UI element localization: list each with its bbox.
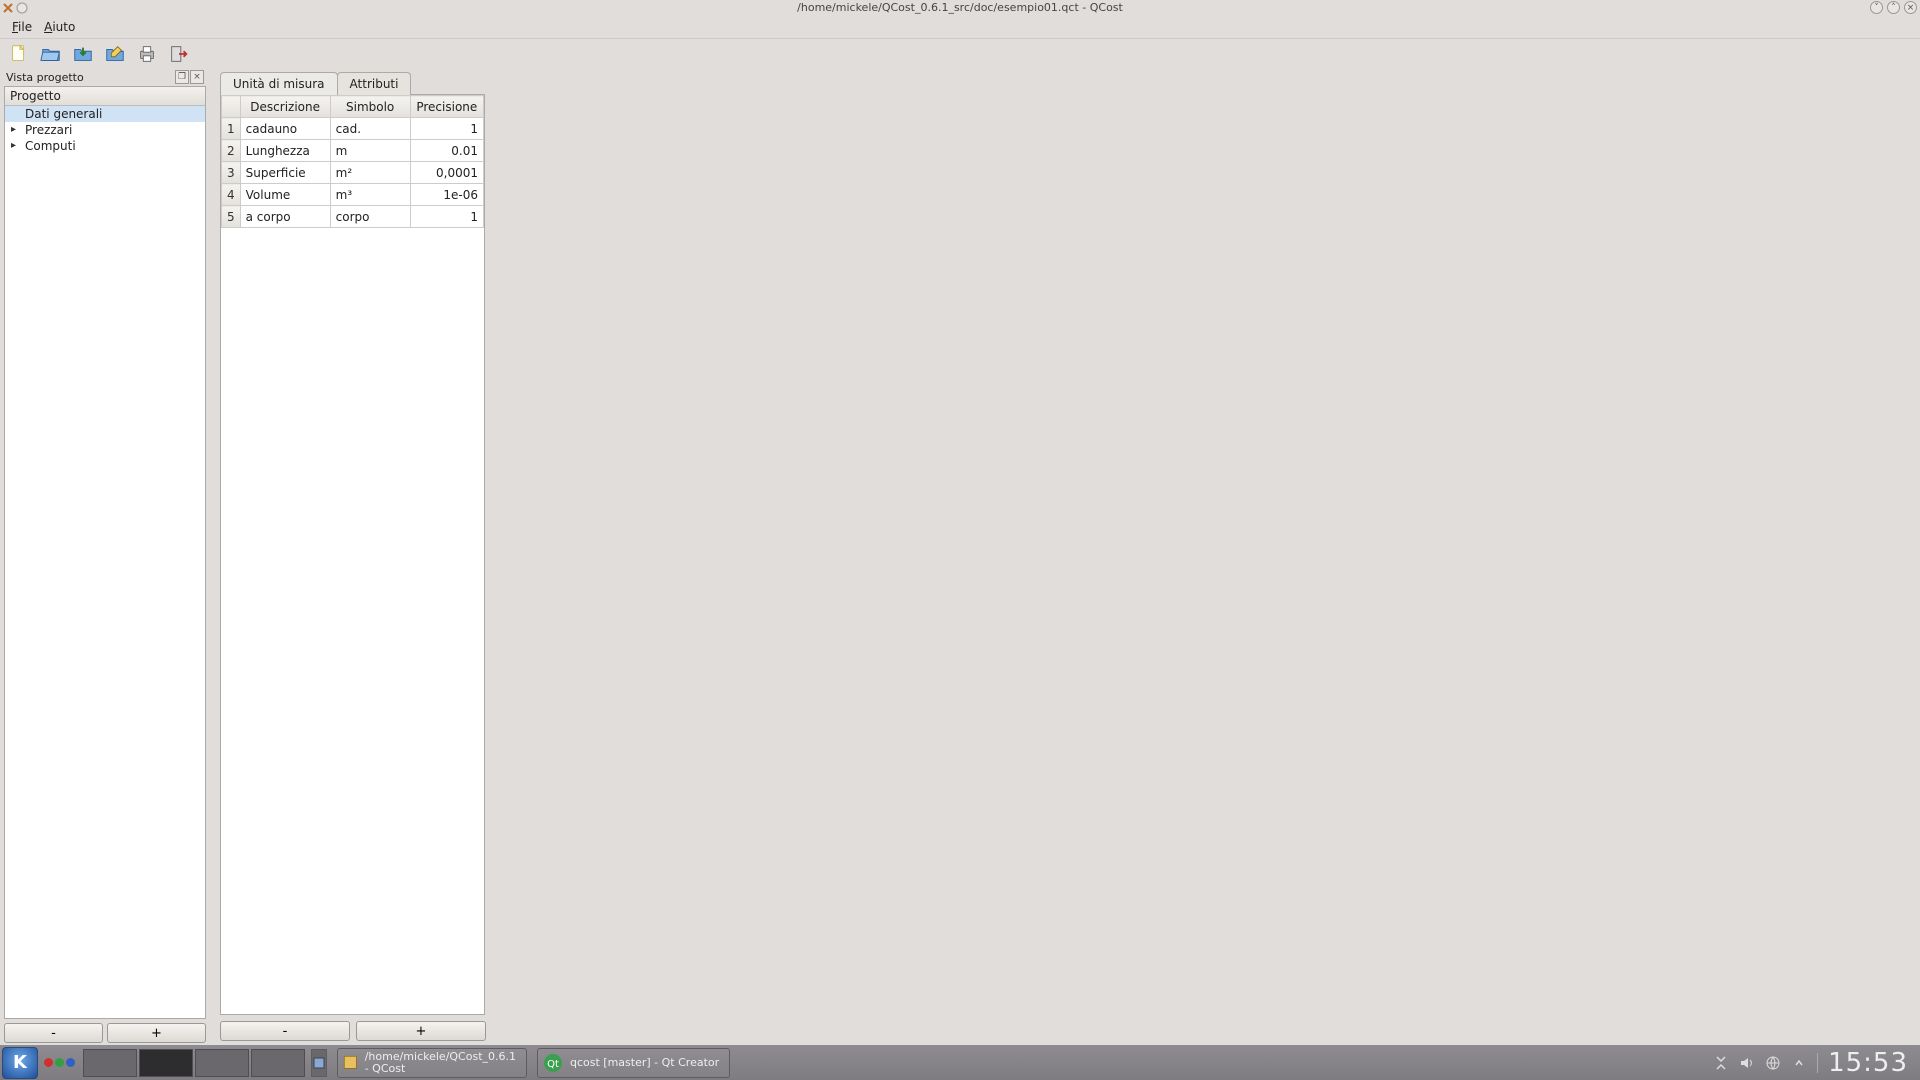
cell-precision[interactable]: 1 (410, 206, 483, 228)
table-row[interactable]: 1cadaunocad.1 (222, 118, 484, 140)
cell-symbol[interactable]: m² (330, 162, 410, 184)
exit-icon[interactable] (166, 41, 192, 67)
open-folder-icon[interactable] (38, 41, 64, 67)
cell-symbol[interactable]: m³ (330, 184, 410, 206)
minimize-icon[interactable]: ˅ (1870, 1, 1883, 14)
col-description[interactable]: Descrizione (240, 96, 330, 118)
row-number[interactable]: 2 (222, 140, 241, 162)
col-rownum[interactable] (222, 96, 241, 118)
task-qtcreator[interactable]: Qt qcost [master] - Qt Creator (537, 1048, 730, 1078)
tree-remove-button[interactable]: - (4, 1023, 103, 1043)
svg-text:Qt: Qt (547, 1059, 559, 1070)
dot-red-icon (44, 1058, 53, 1067)
dock-float-icon[interactable]: ❐ (175, 70, 189, 84)
print-icon[interactable] (134, 41, 160, 67)
toolbar (0, 38, 1920, 68)
desktop-pager[interactable] (83, 1049, 305, 1077)
cell-description[interactable]: Lunghezza (240, 140, 330, 162)
task-qcost-label: /home/mickele/QCost_0.6.1 - QCost (365, 1051, 516, 1075)
cell-symbol[interactable]: cad. (330, 118, 410, 140)
activity-dots[interactable] (44, 1058, 75, 1067)
taskbar: K /home/mickele/QCost_0.6.1 - QCost Qt q… (0, 1045, 1920, 1080)
content-area: Unità di misura Attributi Descrizione Si… (210, 68, 1920, 1045)
show-desktop-button[interactable] (311, 1049, 327, 1077)
row-number[interactable]: 5 (222, 206, 241, 228)
qtcreator-app-icon: Qt (542, 1052, 564, 1074)
app-menu-icon[interactable] (2, 2, 14, 14)
row-add-button[interactable]: + (356, 1021, 486, 1041)
tab-units[interactable]: Unità di misura (220, 72, 338, 95)
table-row[interactable]: 3Superficiem²0,0001 (222, 162, 484, 184)
row-number[interactable]: 3 (222, 162, 241, 184)
table-row[interactable]: 4Volumem³1e-06 (222, 184, 484, 206)
units-table[interactable]: Descrizione Simbolo Precisione 1cadaunoc… (220, 94, 485, 1015)
tab-attributes[interactable]: Attributi (337, 72, 412, 95)
tree-header[interactable]: Progetto (5, 87, 205, 106)
window-title: /home/mickele/QCost_0.6.1_src/doc/esempi… (797, 1, 1123, 14)
tree-item-label: Prezzari (25, 123, 72, 137)
system-tray: 15:53 (1713, 1048, 1920, 1078)
tray-separator (1817, 1053, 1818, 1073)
cell-precision[interactable]: 0.01 (410, 140, 483, 162)
save-as-icon[interactable] (102, 41, 128, 67)
cell-precision[interactable]: 0,0001 (410, 162, 483, 184)
task-qcost[interactable]: /home/mickele/QCost_0.6.1 - QCost (337, 1048, 527, 1078)
cell-description[interactable]: a corpo (240, 206, 330, 228)
tree-item-label: Dati generali (25, 107, 102, 121)
maximize-icon[interactable]: ˄ (1887, 1, 1900, 14)
pager-desktop-2[interactable] (139, 1049, 193, 1077)
dock-title: Vista progetto ❐ × (4, 68, 206, 86)
dock-title-label: Vista progetto (6, 71, 84, 84)
tree-item-label: Computi (25, 139, 76, 153)
tree-item[interactable]: ▸ Computi (5, 138, 205, 154)
window-shade-icon[interactable] (16, 2, 28, 14)
menu-bar: File Aiuto (0, 15, 1920, 38)
pager-desktop-1[interactable] (83, 1049, 137, 1077)
menu-help[interactable]: Aiuto (38, 18, 81, 36)
table-row[interactable]: 2Lunghezzam0.01 (222, 140, 484, 162)
cell-precision[interactable]: 1e-06 (410, 184, 483, 206)
row-number[interactable]: 1 (222, 118, 241, 140)
cell-description[interactable]: Superficie (240, 162, 330, 184)
expand-icon[interactable]: ▸ (11, 140, 16, 151)
cell-description[interactable]: Volume (240, 184, 330, 206)
row-number[interactable]: 4 (222, 184, 241, 206)
pager-desktop-3[interactable] (195, 1049, 249, 1077)
tabs: Unità di misura Attributi (220, 70, 1914, 94)
table-row[interactable]: 5a corpocorpo1 (222, 206, 484, 228)
clock[interactable]: 15:53 (1828, 1048, 1908, 1078)
save-icon[interactable] (70, 41, 96, 67)
qcost-app-icon (342, 1052, 359, 1074)
tree-add-button[interactable]: + (107, 1023, 206, 1043)
clipboard-icon[interactable] (1713, 1055, 1729, 1071)
project-tree[interactable]: Progetto Dati generali ▸ Prezzari ▸ Computi (4, 86, 206, 1019)
cell-symbol[interactable]: m (330, 140, 410, 162)
col-precision[interactable]: Precisione (410, 96, 483, 118)
col-symbol[interactable]: Simbolo (330, 96, 410, 118)
dot-green-icon (55, 1058, 64, 1067)
dot-blue-icon (66, 1058, 75, 1067)
expand-icon[interactable]: ▸ (11, 124, 16, 135)
new-file-icon[interactable] (6, 41, 32, 67)
close-icon[interactable]: × (1904, 1, 1917, 14)
row-remove-button[interactable]: - (220, 1021, 350, 1041)
tray-arrow-icon[interactable] (1791, 1055, 1807, 1071)
tree-item[interactable]: ▸ Prezzari (5, 122, 205, 138)
window-titlebar: /home/mickele/QCost_0.6.1_src/doc/esempi… (0, 0, 1920, 15)
pager-desktop-4[interactable] (251, 1049, 305, 1077)
sidebar: Vista progetto ❐ × Progetto Dati general… (0, 68, 210, 1045)
tree-item[interactable]: Dati generali (5, 106, 205, 122)
cell-description[interactable]: cadauno (240, 118, 330, 140)
kde-start-button[interactable]: K (2, 1047, 38, 1079)
volume-icon[interactable] (1739, 1055, 1755, 1071)
menu-file[interactable]: File (6, 18, 38, 36)
dock-close-icon[interactable]: × (190, 70, 204, 84)
cell-symbol[interactable]: corpo (330, 206, 410, 228)
network-icon[interactable] (1765, 1055, 1781, 1071)
task-qtcreator-label: qcost [master] - Qt Creator (570, 1057, 719, 1069)
cell-precision[interactable]: 1 (410, 118, 483, 140)
